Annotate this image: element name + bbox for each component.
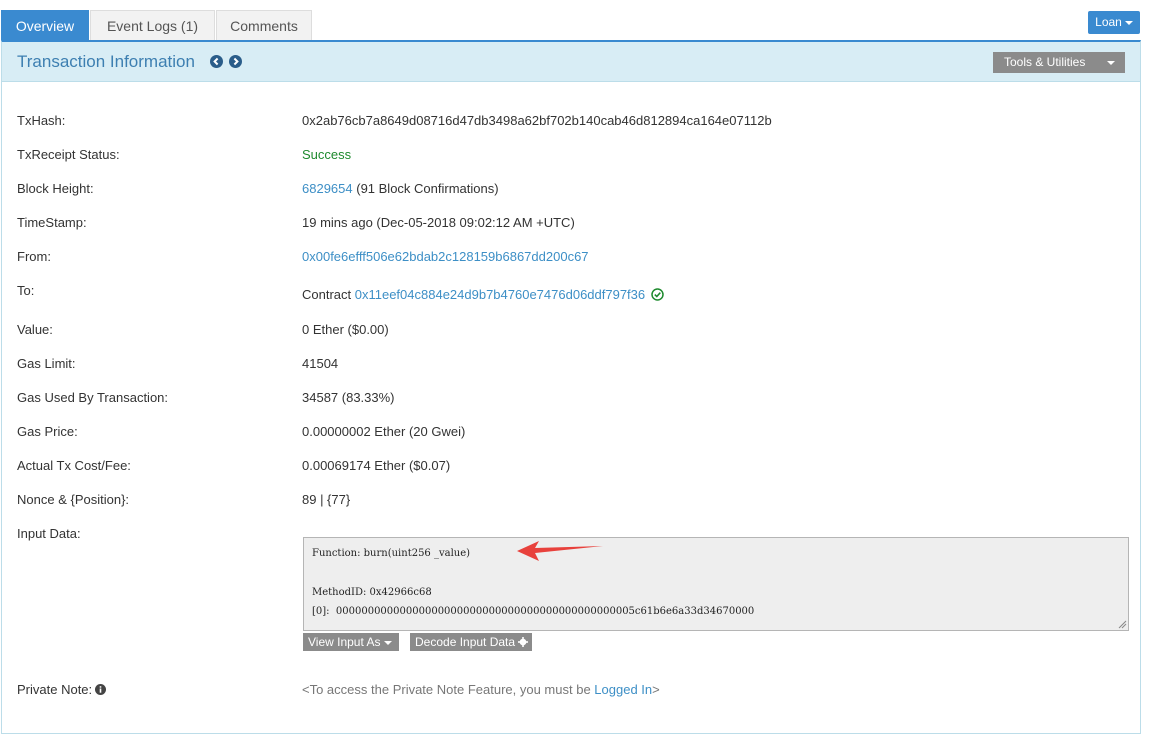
nonce-value: 89 | {77}	[302, 492, 351, 507]
row-timestamp: TimeStamp: 19 mins ago (Dec-05-2018 09:0…	[17, 215, 1127, 235]
to-contract-link[interactable]: 0x11eef04c884e24d9b7b4760e7476d06ddf797f…	[355, 287, 645, 302]
input-data-textarea[interactable]: Function: burn(uint256 _value) MethodID:…	[303, 537, 1129, 631]
view-input-as-button[interactable]: View Input As	[303, 633, 399, 651]
input-param-line: [0]: 00000000000000000000000000000000000…	[312, 606, 755, 617]
row-to: To: Contract 0x11eef04c884e24d9b7b4760e7…	[17, 283, 1127, 303]
red-arrow-annotation-icon	[517, 541, 603, 561]
gas-price-label: Gas Price:	[17, 424, 78, 439]
loan-button-label: Loan	[1095, 15, 1122, 29]
txhash-label: TxHash:	[17, 113, 66, 128]
previous-arrow-icon[interactable]	[210, 55, 223, 68]
gas-used-label: Gas Used By Transaction:	[17, 390, 169, 405]
status-value: Success	[302, 147, 352, 162]
block-number-link[interactable]: 6829654	[302, 181, 353, 196]
gas-used-value: 34587 (83.33%)	[302, 390, 395, 405]
private-note-suffix: >	[652, 682, 660, 697]
value-value: 0 Ether ($0.00)	[302, 322, 389, 337]
next-arrow-icon[interactable]	[229, 55, 242, 68]
row-gas-limit: Gas Limit: 41504	[17, 356, 1127, 376]
row-status: TxReceipt Status: Success	[17, 147, 1127, 167]
private-note-label-wrap: Private Note:	[17, 682, 107, 697]
from-value: 0x00fe6efff506e62bdab2c128159b6867dd200c…	[302, 249, 589, 264]
to-label: To:	[17, 283, 35, 298]
chevron-down-icon	[1124, 20, 1133, 25]
private-note-value: <To access the Private Note Feature, you…	[302, 682, 660, 697]
status-label: TxReceipt Status:	[17, 147, 120, 162]
row-private-note: Private Note: <To access the Private Not…	[17, 682, 1127, 702]
row-gas-price: Gas Price: 0.00000002 Ether (20 Gwei)	[17, 424, 1127, 444]
private-note-label: Private Note:	[17, 682, 93, 697]
row-tx-fee: Actual Tx Cost/Fee: 0.00069174 Ether ($0…	[17, 458, 1127, 478]
row-value: Value: 0 Ether ($0.00)	[17, 322, 1127, 342]
row-block-height: Block Height: 6829654 (91 Block Confirma…	[17, 181, 1127, 201]
logged-in-link[interactable]: Logged In	[594, 682, 652, 697]
block-height-value: 6829654 (91 Block Confirmations)	[302, 181, 499, 196]
input-function-line: Function: burn(uint256 _value)	[312, 548, 471, 559]
panel-header: Transaction Information Tools & Utilitie…	[2, 42, 1140, 82]
to-value: Contract 0x11eef04c884e24d9b7b4760e7476d…	[302, 287, 664, 302]
gas-limit-label: Gas Limit:	[17, 356, 76, 371]
tab-comments[interactable]: Comments	[216, 10, 312, 41]
decode-input-data-label: Decode Input Data	[415, 635, 516, 649]
row-from: From: 0x00fe6efff506e62bdab2c128159b6867…	[17, 249, 1127, 269]
row-nonce: Nonce & {Position}: 89 | {77}	[17, 492, 1127, 512]
transaction-panel: Transaction Information Tools & Utilitie…	[1, 40, 1141, 734]
from-address-link[interactable]: 0x00fe6efff506e62bdab2c128159b6867dd200c…	[302, 249, 589, 264]
loan-button[interactable]: Loan	[1088, 11, 1140, 34]
tab-overview[interactable]: Overview	[1, 10, 89, 41]
resize-grip-icon[interactable]	[1117, 619, 1127, 629]
private-note-prefix: <To access the Private Note Feature, you…	[302, 682, 595, 697]
block-height-label: Block Height:	[17, 181, 94, 196]
tab-event-logs[interactable]: Event Logs (1)	[90, 10, 215, 41]
gas-price-value: 0.00000002 Ether (20 Gwei)	[302, 424, 466, 439]
row-txhash: TxHash: 0x2ab76cb7a8649d08716d47db3498a6…	[17, 113, 1127, 133]
gas-limit-value: 41504	[302, 356, 339, 371]
timestamp-label: TimeStamp:	[17, 215, 87, 230]
txhash-value: 0x2ab76cb7a8649d08716d47db3498a62bf702b1…	[302, 113, 772, 128]
timestamp-value: 19 mins ago (Dec-05-2018 09:02:12 AM +UT…	[302, 215, 575, 230]
input-data-label: Input Data:	[17, 526, 81, 541]
value-label: Value:	[17, 322, 53, 337]
to-prefix: Contract	[302, 287, 355, 302]
input-method-id-line: MethodID: 0x42966c68	[312, 587, 432, 598]
row-gas-used: Gas Used By Transaction: 34587 (83.33%)	[17, 390, 1127, 410]
chevron-down-icon	[383, 640, 392, 645]
from-label: From:	[17, 249, 51, 264]
view-input-as-label: View Input As	[308, 635, 381, 649]
block-confirmations: (91 Block Confirmations)	[352, 181, 499, 196]
nonce-label: Nonce & {Position}:	[17, 492, 130, 507]
tools-utilities-button[interactable]: Tools & Utilities	[993, 52, 1125, 73]
gear-icon	[518, 637, 529, 647]
tx-fee-label: Actual Tx Cost/Fee:	[17, 458, 131, 473]
tx-fee-value: 0.00069174 Ether ($0.07)	[302, 458, 451, 473]
info-icon[interactable]	[95, 684, 107, 695]
tools-utilities-label: Tools & Utilities	[1004, 55, 1086, 69]
page-title: Transaction Information	[17, 52, 195, 71]
verified-check-icon	[651, 288, 664, 301]
decode-input-data-button[interactable]: Decode Input Data	[410, 633, 532, 651]
chevron-down-icon	[1107, 61, 1115, 65]
